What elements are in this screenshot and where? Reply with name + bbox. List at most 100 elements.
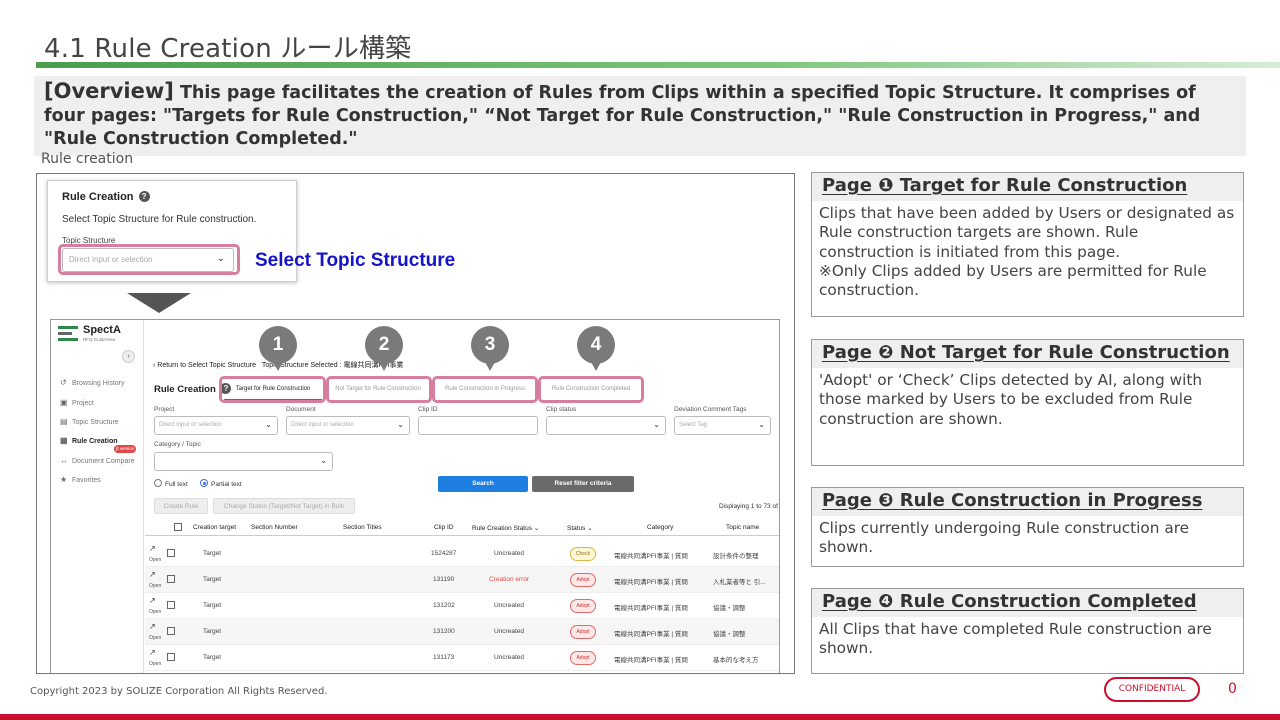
clip-status-select[interactable]: ⌄ [546,416,666,435]
down-arrow-icon [127,293,191,313]
cell-target: Target [203,602,222,609]
overview-key: [Overview] [44,79,174,103]
radio-label: Full text [165,481,188,488]
marker-3-pointer [485,362,495,371]
sidebar-item-project[interactable]: ▣ Project [60,398,94,407]
marker-3: 3 [471,326,509,364]
cell-topic: 基本的な考え方 [713,657,759,664]
row-checkbox[interactable] [167,627,175,635]
marker-1: 1 [259,326,297,364]
rule-icon: ▦ [60,436,68,445]
radio-icon [154,479,162,487]
cell-category: 電線共同溝PFI事業 | 質問 [614,579,688,586]
radio-selected-icon [200,479,208,487]
marker-4-pointer [591,362,601,371]
cell-rc-status: Uncreated [494,628,524,635]
screenshot-caption: Rule creation [41,151,134,167]
col-topic-name[interactable]: Topic name [726,524,759,531]
sidebar-item-favorites[interactable]: ★ Favorites [60,475,101,484]
create-rule-button[interactable]: Create Rule [154,498,208,514]
sidebar-item-document-compare[interactable]: ↔ Document Compare [60,456,135,465]
chevron-down-icon: ⌄ [397,420,404,429]
expand-icon[interactable]: ↗ [149,622,156,631]
logo-name: SpectA [83,324,121,336]
panel-target: Page ❶ Target for Rule Construction Clip… [811,172,1244,317]
deviation-tags-select[interactable]: Select Tag ⌄ [674,416,771,435]
table-row[interactable]: ↗ Open Target 131173 Uncreated Adopt 電線共同… [145,645,779,671]
beta-badge: β version [114,445,137,453]
expand-icon[interactable]: ↗ [149,648,156,657]
expand-icon[interactable]: ↗ [149,596,156,605]
tab-highlight-1 [219,376,326,403]
collapse-sidebar-button[interactable]: ‹ [122,350,135,363]
marker-1-pointer [273,362,283,371]
expand-icon[interactable]: ↗ [149,544,156,553]
open-label: Open [149,635,162,641]
category-topic-select[interactable]: ⌄ [154,452,333,471]
cell-topic: 協議・調整 [713,631,746,638]
deviation-tags-label: Deviation Comment Tags [674,406,747,413]
chevron-down-icon: ⌄ [320,456,327,465]
sidebar: SpectA RFQ GuideView ‹ ↺ Browsing History… [51,320,144,673]
search-button[interactable]: Search [438,476,528,492]
panel-title: Page ❹ Rule Construction Completed [822,591,1197,612]
overview-body: This page facilitates the creation of Ru… [44,83,1201,149]
sidebar-item-browsing-history[interactable]: ↺ Browsing History [60,378,125,387]
rule-creation-screenshot: Rule Creation ? Select Topic Structure f… [36,173,795,674]
radio-partial-text[interactable]: Partial text [200,479,242,488]
folder-icon: ▣ [60,398,68,407]
sidebar-item-label: Favorites [72,477,101,484]
row-checkbox[interactable] [167,653,175,661]
panel-header: Page ❷ Not Target for Rule Construction [812,340,1243,368]
clip-id-input[interactable] [418,416,538,435]
category-topic-label: Category / Topic [154,441,201,448]
page-title-text: Rule Creation [154,384,216,395]
cell-rc-status: Uncreated [494,550,524,557]
col-status[interactable]: Status ⌄ [567,524,593,532]
col-section-titles[interactable]: Section Titles [343,524,382,531]
table-row[interactable]: ↗ Open Target 131190 Creation error Adopt… [145,567,779,593]
col-category[interactable]: Category [647,524,673,531]
radio-full-text[interactable]: Full text [154,479,188,488]
document-filter-input[interactable]: Direct input or selection ⌄ [286,416,410,435]
table-row[interactable]: ↗ Open Target 131202 Uncreated Adopt 電線共同… [145,593,779,619]
sidebar-item-topic-structure[interactable]: ▤ Topic Structure [60,417,119,426]
panel-body: Clips that have been added by Users or d… [819,204,1235,300]
status-badge: Adopt [570,651,596,665]
col-section-number[interactable]: Section Number [251,524,298,531]
row-checkbox[interactable] [167,601,175,609]
filter-placeholder: Direct input or selection [291,422,354,428]
panel-title: Page ❸ Rule Construction in Progress [822,490,1203,511]
sidebar-item-rule-creation[interactable]: ▦ Rule Creation [60,436,118,445]
panel-body: All Clips that have completed Rule const… [819,620,1212,658]
project-filter-input[interactable]: Direct input or selection ⌄ [154,416,278,435]
cell-topic: 入札業者等と 引... [713,579,766,586]
sidebar-item-label: Rule Creation [72,438,118,445]
back-link-text: Return to Select Topic Structure [157,362,256,369]
row-checkbox[interactable] [167,549,175,557]
confidential-badge: CONFIDENTIAL [1104,677,1200,702]
col-creation-target[interactable]: Creation target [193,524,236,531]
panel-body: 'Adopt' or ‘Check’ Clips detected by AI,… [819,371,1203,428]
table-row[interactable]: ↗ Open Target 1524287 Uncreated Check 電線共… [145,541,779,567]
col-rule-creation-status[interactable]: Rule Creation Status ⌄ [472,524,539,532]
row-checkbox[interactable] [167,575,175,583]
select-all-checkbox[interactable] [174,523,182,531]
status-badge: Adopt [570,573,596,587]
filter-placeholder: Direct input or selection [159,422,222,428]
expand-icon[interactable]: ↗ [149,570,156,579]
page-number: 0 [1228,681,1237,697]
reset-filter-button[interactable]: Reset filter criteria [532,476,634,492]
table-row[interactable]: ↗ Open Target 131200 Uncreated Adopt 電線共同… [145,619,779,645]
footer-copyright: Copyright 2023 by SOLIZE Corporation All… [30,686,328,697]
compare-icon: ↔ [60,456,68,465]
popup-subtitle: Select Topic Structure for Rule construc… [62,214,257,225]
change-status-bulk-button[interactable]: Change Status (Target/Not Target) in Bul… [213,498,355,514]
cell-clip-id: 131190 [433,576,455,583]
col-clip-id[interactable]: Clip ID [434,524,454,531]
help-icon[interactable]: ? [138,191,150,202]
chevron-down-icon: ⌄ [653,420,660,429]
cell-target: Target [203,550,222,557]
history-icon: ↺ [60,378,67,387]
cell-target: Target [203,628,222,635]
